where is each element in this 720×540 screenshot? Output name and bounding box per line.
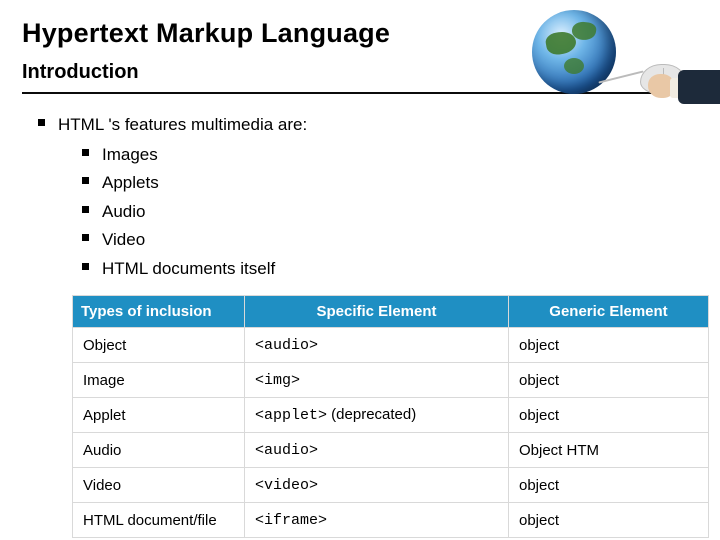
cell-type: Image: [73, 363, 245, 398]
list-item: HTML documents itself: [80, 256, 698, 282]
cell-generic: object: [509, 468, 709, 503]
cell-type: Object: [73, 328, 245, 363]
page-title: Hypertext Markup Language: [22, 18, 698, 49]
inclusion-table: Types of inclusion Specific Element Gene…: [72, 295, 709, 538]
cell-generic: object: [509, 503, 709, 538]
cell-specific: <img>: [245, 363, 509, 398]
list-item: Video: [80, 227, 698, 253]
table-row: Video <video> object: [73, 468, 709, 503]
cell-specific: <audio>: [245, 433, 509, 468]
page-subtitle: Introduction: [22, 61, 698, 84]
cell-specific: <iframe>: [245, 503, 509, 538]
cell-specific: <applet> (deprecated): [245, 398, 509, 433]
cell-type: Audio: [73, 433, 245, 468]
table-row: Object <audio> object: [73, 328, 709, 363]
cell-type: Applet: [73, 398, 245, 433]
cell-generic: object: [509, 328, 709, 363]
cell-specific: <video>: [245, 468, 509, 503]
table-row: Applet <applet> (deprecated) object: [73, 398, 709, 433]
table-header-row: Types of inclusion Specific Element Gene…: [73, 296, 709, 328]
list-item: Audio: [80, 199, 698, 225]
cell-generic: Object HTM: [509, 433, 709, 468]
divider: [22, 92, 698, 94]
list-item: Applets: [80, 170, 698, 196]
col-header-specific: Specific Element: [245, 296, 509, 328]
content-area: HTML 's features multimedia are: Images …: [22, 112, 698, 538]
cell-type: Video: [73, 468, 245, 503]
cell-generic: object: [509, 398, 709, 433]
cell-type: HTML document/file: [73, 503, 245, 538]
col-header-types: Types of inclusion: [73, 296, 245, 328]
list-item: HTML 's features multimedia are: Images …: [36, 112, 698, 281]
table-row: Audio <audio> Object HTM: [73, 433, 709, 468]
sub-list: Images Applets Audio Video HTML document…: [58, 142, 698, 282]
col-header-generic: Generic Element: [509, 296, 709, 328]
bullet-lead: HTML 's features multimedia are:: [58, 115, 307, 134]
slide: Hypertext Markup Language Introduction H…: [0, 0, 720, 540]
table-row: Image <img> object: [73, 363, 709, 398]
table-row: HTML document/file <iframe> object: [73, 503, 709, 538]
table-wrapper: Types of inclusion Specific Element Gene…: [72, 295, 708, 538]
cell-specific: <audio>: [245, 328, 509, 363]
list-item: Images: [80, 142, 698, 168]
bullet-list: HTML 's features multimedia are: Images …: [36, 112, 698, 281]
cell-generic: object: [509, 363, 709, 398]
